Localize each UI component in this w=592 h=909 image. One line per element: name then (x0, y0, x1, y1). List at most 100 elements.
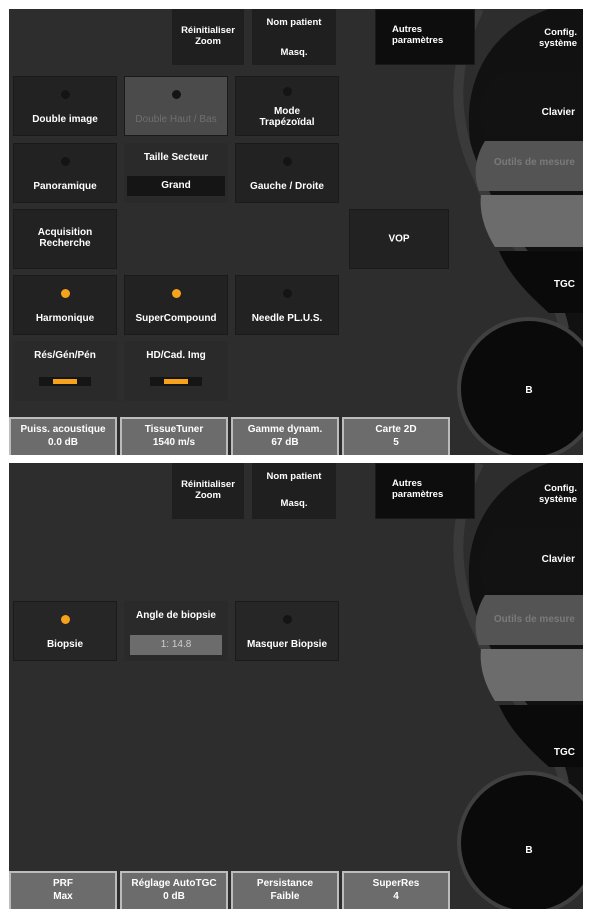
blank-menu-button-bg (480, 649, 583, 701)
system-config-button[interactable]: Config. système (499, 9, 583, 65)
needle-plus-label: Needle PL.U.S. (251, 313, 323, 324)
superres-label: SuperRes (372, 878, 420, 889)
dual-up-down-label: Double Haut / Bas (135, 114, 217, 125)
supercompound-button[interactable]: SuperCompound (124, 275, 228, 335)
hd-frame-rate-slider[interactable] (150, 377, 202, 386)
measure-tools-button[interactable]: Outils de mesure (479, 157, 575, 168)
acoustic-power-label: Puiss. acoustique (20, 424, 106, 435)
sector-size-label: Taille Secteur (143, 152, 209, 163)
auto-tgc-control[interactable]: Réglage AutoTGC 0 dB (120, 871, 228, 909)
acquisition-search-line1: Acquisition (37, 227, 93, 238)
supercompound-indicator (171, 289, 181, 298)
other-params-line1: Autres (392, 24, 423, 35)
acoustic-power-control[interactable]: Puiss. acoustique 0.0 dB (9, 417, 117, 455)
panoramic-indicator (60, 157, 70, 166)
dynamic-range-label: Gamme dynam. (247, 424, 323, 435)
hide-biopsy-indicator (282, 615, 292, 624)
control-panel-page-1: Clavier Outils de mesure TGC B Réinitial… (9, 9, 583, 455)
control-panel-page-2: Clavier Outils de mesure TGC B Réinitial… (9, 463, 583, 909)
acoustic-power-box: Puiss. acoustique 0.0 dB (11, 419, 115, 455)
panoramic-button[interactable]: Panoramique (13, 143, 117, 203)
supercompound-label: SuperCompound (135, 313, 217, 324)
biopsy-indicator (60, 615, 70, 624)
reset-zoom-button[interactable]: Réinitialiser Zoom (172, 463, 244, 519)
other-parameters-button[interactable]: Autres paramètres (375, 463, 475, 519)
needle-plus-button[interactable]: Needle PL.U.S. (235, 275, 339, 335)
sector-size-control[interactable]: Taille Secteur Grand (124, 143, 228, 203)
blank-menu-button-bg (480, 195, 583, 247)
other-params-line2: paramètres (392, 35, 444, 46)
acquisition-search-button[interactable]: Acquisition Recherche (13, 209, 117, 269)
biopsy-angle-value[interactable]: 1: 14.8 (130, 635, 222, 655)
trapezoid-mode-button[interactable]: Mode Trapézoïdal (235, 76, 339, 136)
vop-label: VOP (388, 233, 410, 245)
reset-zoom-button[interactable]: Réinitialiser Zoom (172, 9, 244, 65)
patient-name-state: Masq. (280, 47, 308, 58)
system-config-line1: Config. (544, 27, 577, 38)
panoramic-label: Panoramique (33, 181, 97, 192)
auto-tgc-label: Réglage AutoTGC (131, 878, 217, 889)
other-params-line1: Autres (392, 478, 423, 489)
hide-biopsy-label: Masquer Biopsie (246, 639, 328, 650)
keyboard-button[interactable]: Clavier (489, 554, 575, 565)
system-config-button[interactable]: Config. système (499, 463, 583, 519)
reset-zoom-line1: Réinitialiser (181, 25, 235, 36)
dual-image-button[interactable]: Double image (13, 76, 117, 136)
hide-patient-name-button[interactable]: Nom patient Masq. (252, 463, 336, 519)
trapezoid-mode-line2: Trapézoïdal (259, 117, 315, 128)
tgc-button[interactable]: TGC (509, 279, 575, 290)
dual-image-indicator (60, 90, 70, 99)
left-right-button[interactable]: Gauche / Droite (235, 143, 339, 203)
trapezoid-mode-indicator (282, 87, 292, 96)
superres-box: SuperRes 4 (344, 873, 448, 909)
left-right-label: Gauche / Droite (250, 181, 324, 192)
res-gen-pen-control[interactable]: Rés/Gén/Pén (13, 341, 117, 401)
prf-control[interactable]: PRF Max (9, 871, 117, 909)
dynamic-range-control[interactable]: Gamme dynam. 67 dB (231, 417, 339, 455)
vop-button[interactable]: VOP (349, 209, 449, 269)
persistence-label: Persistance (256, 878, 314, 889)
persistence-box: Persistance Faible (233, 873, 337, 909)
superres-control[interactable]: SuperRes 4 (342, 871, 450, 909)
other-parameters-button[interactable]: Autres paramètres (375, 9, 475, 65)
2d-map-control[interactable]: Carte 2D 5 (342, 417, 450, 455)
res-gen-pen-slider-fill (53, 379, 77, 384)
harmonic-indicator (60, 289, 70, 298)
needle-plus-indicator (282, 289, 292, 298)
harmonic-label: Harmonique (35, 313, 95, 324)
prf-box: PRF Max (11, 873, 115, 909)
trapezoid-mode-line1: Mode (273, 106, 301, 117)
persistence-control[interactable]: Persistance Faible (231, 871, 339, 909)
sector-size-value[interactable]: Grand (127, 176, 225, 196)
tissuetuner-control[interactable]: TissueTuner 1540 m/s (120, 417, 228, 455)
biopsy-angle-label: Angle de biopsie (135, 610, 216, 621)
b-mode-knob[interactable] (457, 771, 583, 909)
hd-frame-rate-control[interactable]: HD/Cad. Img (124, 341, 228, 401)
b-mode-label: B (525, 385, 533, 396)
biopsy-label: Biopsie (46, 639, 84, 650)
keyboard-button-bg (479, 73, 583, 137)
hide-biopsy-button[interactable]: Masquer Biopsie (235, 601, 339, 661)
system-config-line2: système (538, 38, 577, 49)
dual-up-down-button[interactable]: Double Haut / Bas (124, 76, 228, 136)
2d-map-label: Carte 2D (375, 424, 417, 435)
biopsy-button[interactable]: Biopsie (13, 601, 117, 661)
right-menu-background (453, 463, 583, 909)
res-gen-pen-slider[interactable] (39, 377, 91, 386)
reset-zoom-line1: Réinitialiser (181, 479, 235, 490)
superres-value: 4 (393, 891, 399, 902)
res-gen-pen-label: Rés/Gén/Pén (34, 350, 96, 361)
2d-map-value: 5 (393, 437, 399, 448)
persistence-value: Faible (270, 891, 300, 902)
harmonic-button[interactable]: Harmonique (13, 275, 117, 335)
dynamic-range-box: Gamme dynam. 67 dB (233, 419, 337, 455)
tgc-button[interactable]: TGC (509, 747, 575, 758)
reset-zoom-line2: Zoom (195, 490, 221, 501)
measure-tools-button[interactable]: Outils de mesure (479, 614, 575, 625)
hd-frame-rate-slider-fill (164, 379, 188, 384)
acquisition-search-line2: Recherche (39, 238, 91, 249)
auto-tgc-value: 0 dB (163, 891, 185, 902)
keyboard-button[interactable]: Clavier (489, 107, 575, 118)
hide-patient-name-button[interactable]: Nom patient Masq. (252, 9, 336, 65)
biopsy-angle-control[interactable]: Angle de biopsie 1: 14.8 (124, 601, 228, 661)
